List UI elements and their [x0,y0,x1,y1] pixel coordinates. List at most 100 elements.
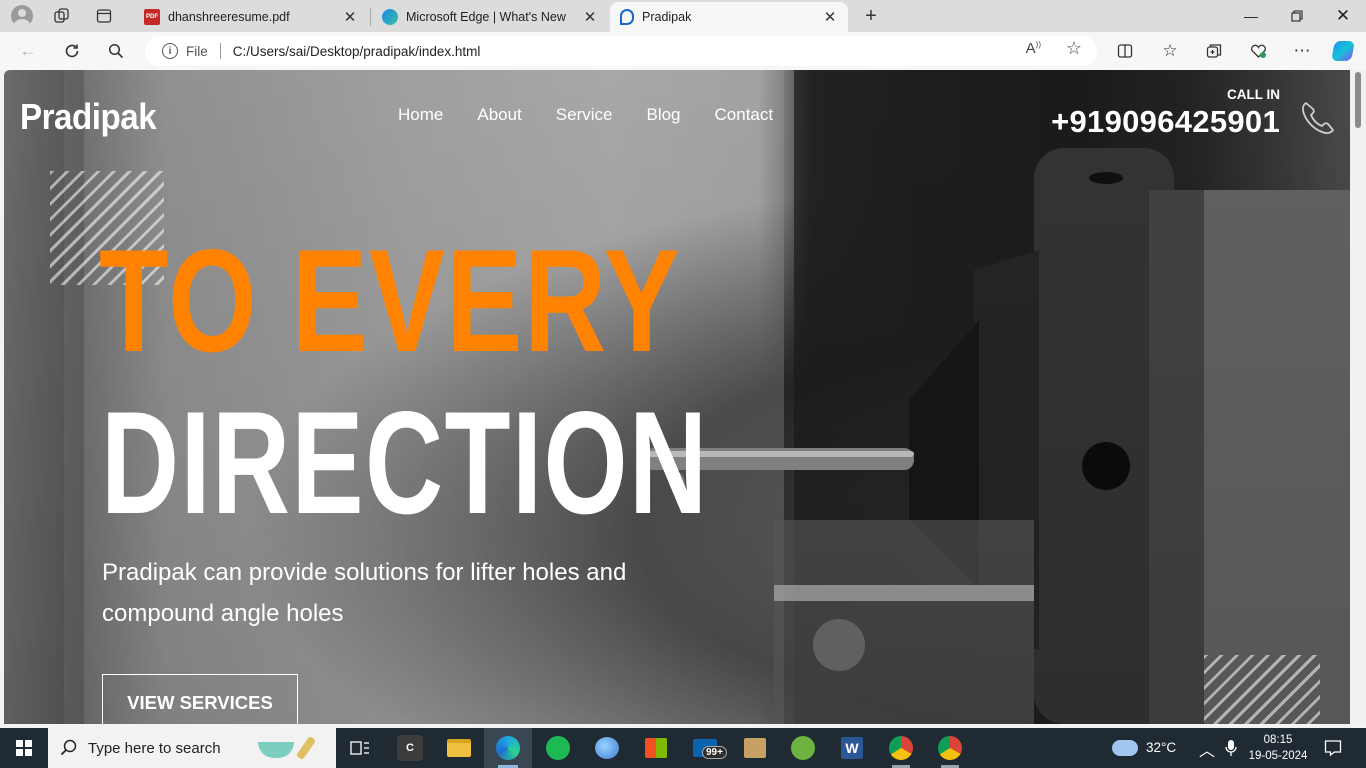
settings-menu-button[interactable]: ⋯ [1288,38,1316,64]
search-icon [108,43,124,59]
scrollbar-thumb[interactable] [1355,72,1361,128]
performance-button[interactable] [1244,38,1272,64]
site-logo[interactable]: Pradipak [20,96,157,138]
read-aloud-icon[interactable]: A)) [1026,40,1041,57]
nav-link-blog[interactable]: Blog [646,105,680,125]
hero-heading-line-1: TO EVERY [99,219,682,382]
favorite-star-icon[interactable]: ☆ [1066,38,1082,59]
tab-strip: PDF dhanshreeresume.pdf ✕ Microsoft Edge… [0,0,1366,32]
word-button[interactable]: W [837,733,867,763]
nav-link-about[interactable]: About [477,105,521,125]
spring-app-button[interactable] [788,733,818,763]
close-icon[interactable]: ✕ [582,8,598,26]
archive-icon [744,738,766,758]
file-explorer-button[interactable] [444,733,474,763]
back-arrow-icon: ← [19,41,37,60]
chrome-icon [889,736,913,760]
task-view-icon [350,741,369,755]
search-highlight-icon [258,734,328,762]
pdf-icon: PDF [144,9,160,25]
tab-actions-button[interactable] [84,0,124,32]
hero-heading-line-2: DIRECTION [101,381,709,544]
photos-button[interactable] [592,733,622,763]
search-icon [60,739,77,756]
copilot-button[interactable] [1329,38,1357,64]
phone-number[interactable]: +919096425901 [1051,104,1280,140]
phone-icon [1302,102,1334,134]
system-clock[interactable]: 08:15 19-05-2024 [1248,732,1308,764]
toolbar: ← i File C:/Users/sai/Desktop/pradipak/i… [0,32,1366,70]
scheme-label: File [186,43,208,59]
vertical-tabs-icon [96,9,112,23]
tab-pradipak[interactable]: Pradipak ✕ [610,2,848,32]
start-button[interactable] [0,728,48,768]
new-tab-button[interactable]: + [858,4,884,28]
address-bar[interactable]: i File C:/Users/sai/Desktop/pradipak/ind… [145,36,1097,66]
favorites-button[interactable]: ☆ [1156,38,1184,64]
word-icon: W [841,737,863,759]
tab-edge-whats-new[interactable]: Microsoft Edge | What's New ✕ [372,2,608,32]
page-scrollbar[interactable] [1350,70,1366,724]
store-button[interactable] [641,733,671,763]
weather-temperature[interactable]: 32°C [1146,740,1176,755]
windows-logo-icon [16,740,32,756]
edge-icon [496,736,520,760]
view-services-button[interactable]: VIEW SERVICES [102,674,298,724]
taskbar: Type here to search C 99+ W 32°C ︿ 08:15… [0,728,1366,768]
folder-icon [447,739,471,757]
tab-divider [370,8,371,26]
back-button[interactable]: ← [14,38,42,64]
minimize-button[interactable]: — [1228,0,1274,32]
close-icon[interactable]: ✕ [822,8,838,26]
terminal-app-button[interactable]: C [397,735,423,761]
split-screen-button[interactable] [1111,38,1139,64]
more-dots-icon: ⋯ [1293,41,1311,60]
nav-link-contact[interactable]: Contact [715,105,774,125]
url-text[interactable]: C:/Users/sai/Desktop/pradipak/index.html [233,44,481,59]
spotify-icon [546,736,570,760]
minimize-icon: — [1244,8,1258,24]
collections-button[interactable] [1200,38,1228,64]
tab-title: Pradipak [642,10,692,24]
task-view-button[interactable] [345,733,375,763]
mail-button[interactable]: 99+ [690,733,727,763]
terminal-app-label: C [406,742,414,754]
notifications-icon[interactable] [1324,739,1342,757]
avatar [11,5,33,27]
search-button[interactable] [102,38,130,64]
close-window-button[interactable]: ✕ [1320,0,1366,32]
edge-taskbar-button[interactable] [493,733,523,763]
nav-link-service[interactable]: Service [556,105,613,125]
nav-link-home[interactable]: Home [398,105,443,125]
photos-icon [595,737,619,759]
tray-overflow-chevron-icon[interactable]: ︿ [1199,737,1215,761]
microphone-icon[interactable] [1225,739,1237,757]
workspaces-button[interactable] [42,0,82,32]
site-nav: Home About Service Blog Contact [398,105,807,125]
chrome-button[interactable] [886,733,916,763]
hero-subtitle: Pradipak can provide solutions for lifte… [102,559,627,627]
copilot-icon [1331,41,1355,61]
leaf-icon [791,736,815,760]
heart-pulse-icon [1250,44,1266,58]
profile-button[interactable] [2,0,42,32]
info-icon[interactable]: i [162,43,178,59]
refresh-button[interactable] [58,38,86,64]
clock-date: 19-05-2024 [1248,750,1308,762]
archive-app-button[interactable] [740,733,770,763]
collections-icon [1206,44,1222,58]
notification-badge: 99+ [702,746,727,759]
tab-title: dhanshreeresume.pdf [168,10,290,24]
tab-resume-pdf[interactable]: PDF dhanshreeresume.pdf ✕ [134,2,368,32]
restore-button[interactable] [1274,0,1320,32]
weather-icon[interactable] [1112,740,1138,756]
pradipak-icon [620,9,634,25]
close-icon[interactable]: ✕ [342,8,358,26]
workspaces-icon [54,8,69,23]
taskbar-search[interactable]: Type here to search [48,728,336,768]
clock-time: 08:15 [1263,734,1293,746]
spotify-button[interactable] [543,733,573,763]
split-screen-icon [1117,44,1133,58]
tab-title: Microsoft Edge | What's New [406,10,566,24]
chrome-profile-button[interactable] [935,733,965,763]
